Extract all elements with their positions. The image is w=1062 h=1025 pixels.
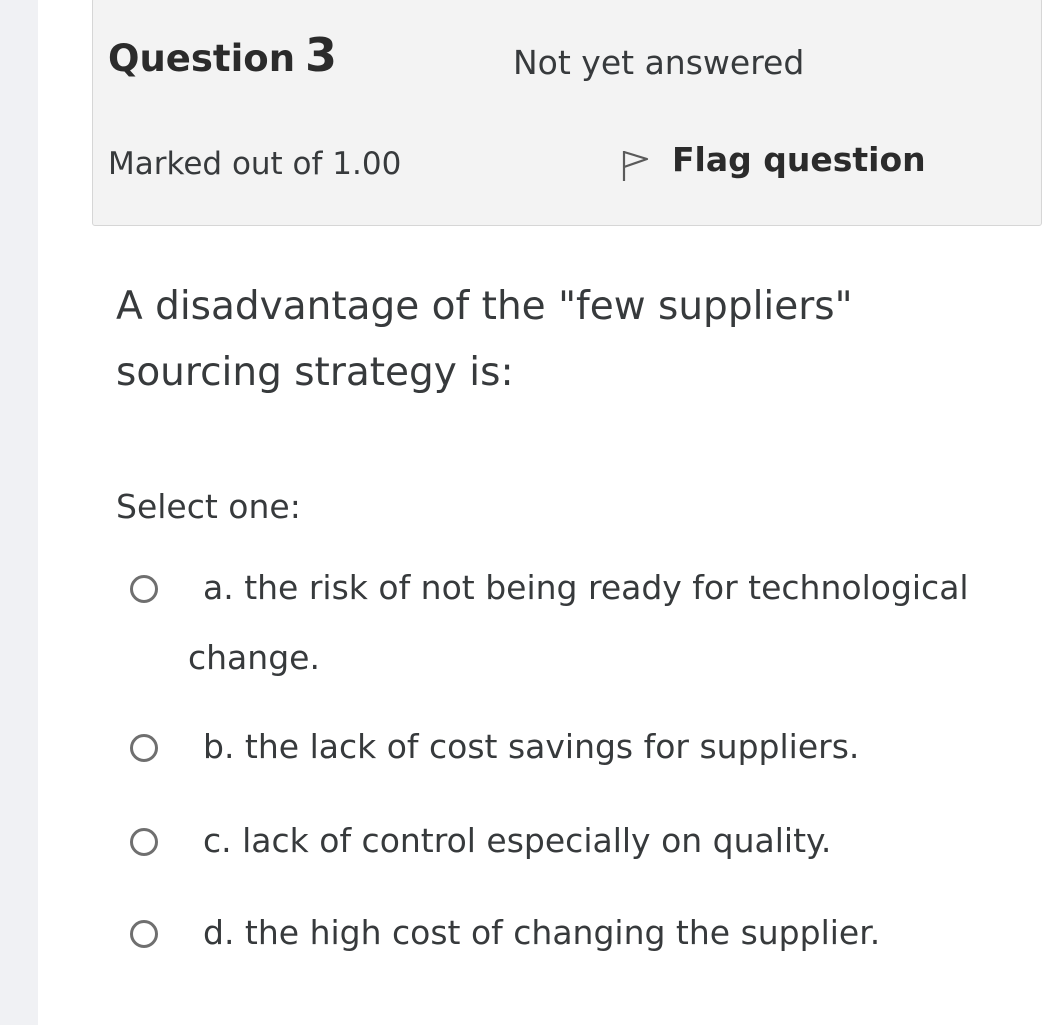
question-number: 3 bbox=[305, 28, 338, 82]
flag-icon bbox=[620, 148, 650, 182]
option-b[interactable]: b. the lack of cost savings for supplier… bbox=[130, 712, 1030, 782]
flag-question-link[interactable]: Flag question bbox=[620, 137, 926, 183]
question-grade: Marked out of 1.00 bbox=[108, 146, 402, 182]
option-d[interactable]: d. the high cost of changing the supplie… bbox=[130, 898, 1030, 968]
option-c-label: c. lack of control especially on quality… bbox=[203, 821, 832, 860]
question-text: A disadvantage of the "few suppliers" so… bbox=[116, 284, 853, 395]
flag-question-label: Flag question bbox=[672, 140, 926, 179]
left-gutter bbox=[0, 0, 38, 1025]
option-a[interactable]: a. the risk of not being ready for techn… bbox=[130, 553, 1030, 693]
option-a-radio[interactable] bbox=[130, 575, 158, 603]
option-b-radio[interactable] bbox=[130, 734, 158, 762]
question-info-box: Question 3 Not yet answered Marked out of… bbox=[92, 0, 1042, 226]
option-b-label: b. the lack of cost savings for supplier… bbox=[203, 727, 860, 766]
option-c-radio[interactable] bbox=[130, 828, 158, 856]
option-d-label: d. the high cost of changing the supplie… bbox=[203, 913, 881, 952]
select-one-prompt: Select one: bbox=[116, 487, 301, 526]
question-number-heading: Question 3 bbox=[108, 25, 337, 89]
question-label: Question bbox=[108, 37, 296, 80]
option-d-radio[interactable] bbox=[130, 920, 158, 948]
question-state: Not yet answered bbox=[513, 43, 805, 82]
option-a-label: a. the risk of not being ready for techn… bbox=[188, 568, 969, 677]
quiz-page: Question 3 Not yet answered Marked out of… bbox=[0, 0, 1062, 1025]
option-c[interactable]: c. lack of control especially on quality… bbox=[130, 806, 1030, 876]
